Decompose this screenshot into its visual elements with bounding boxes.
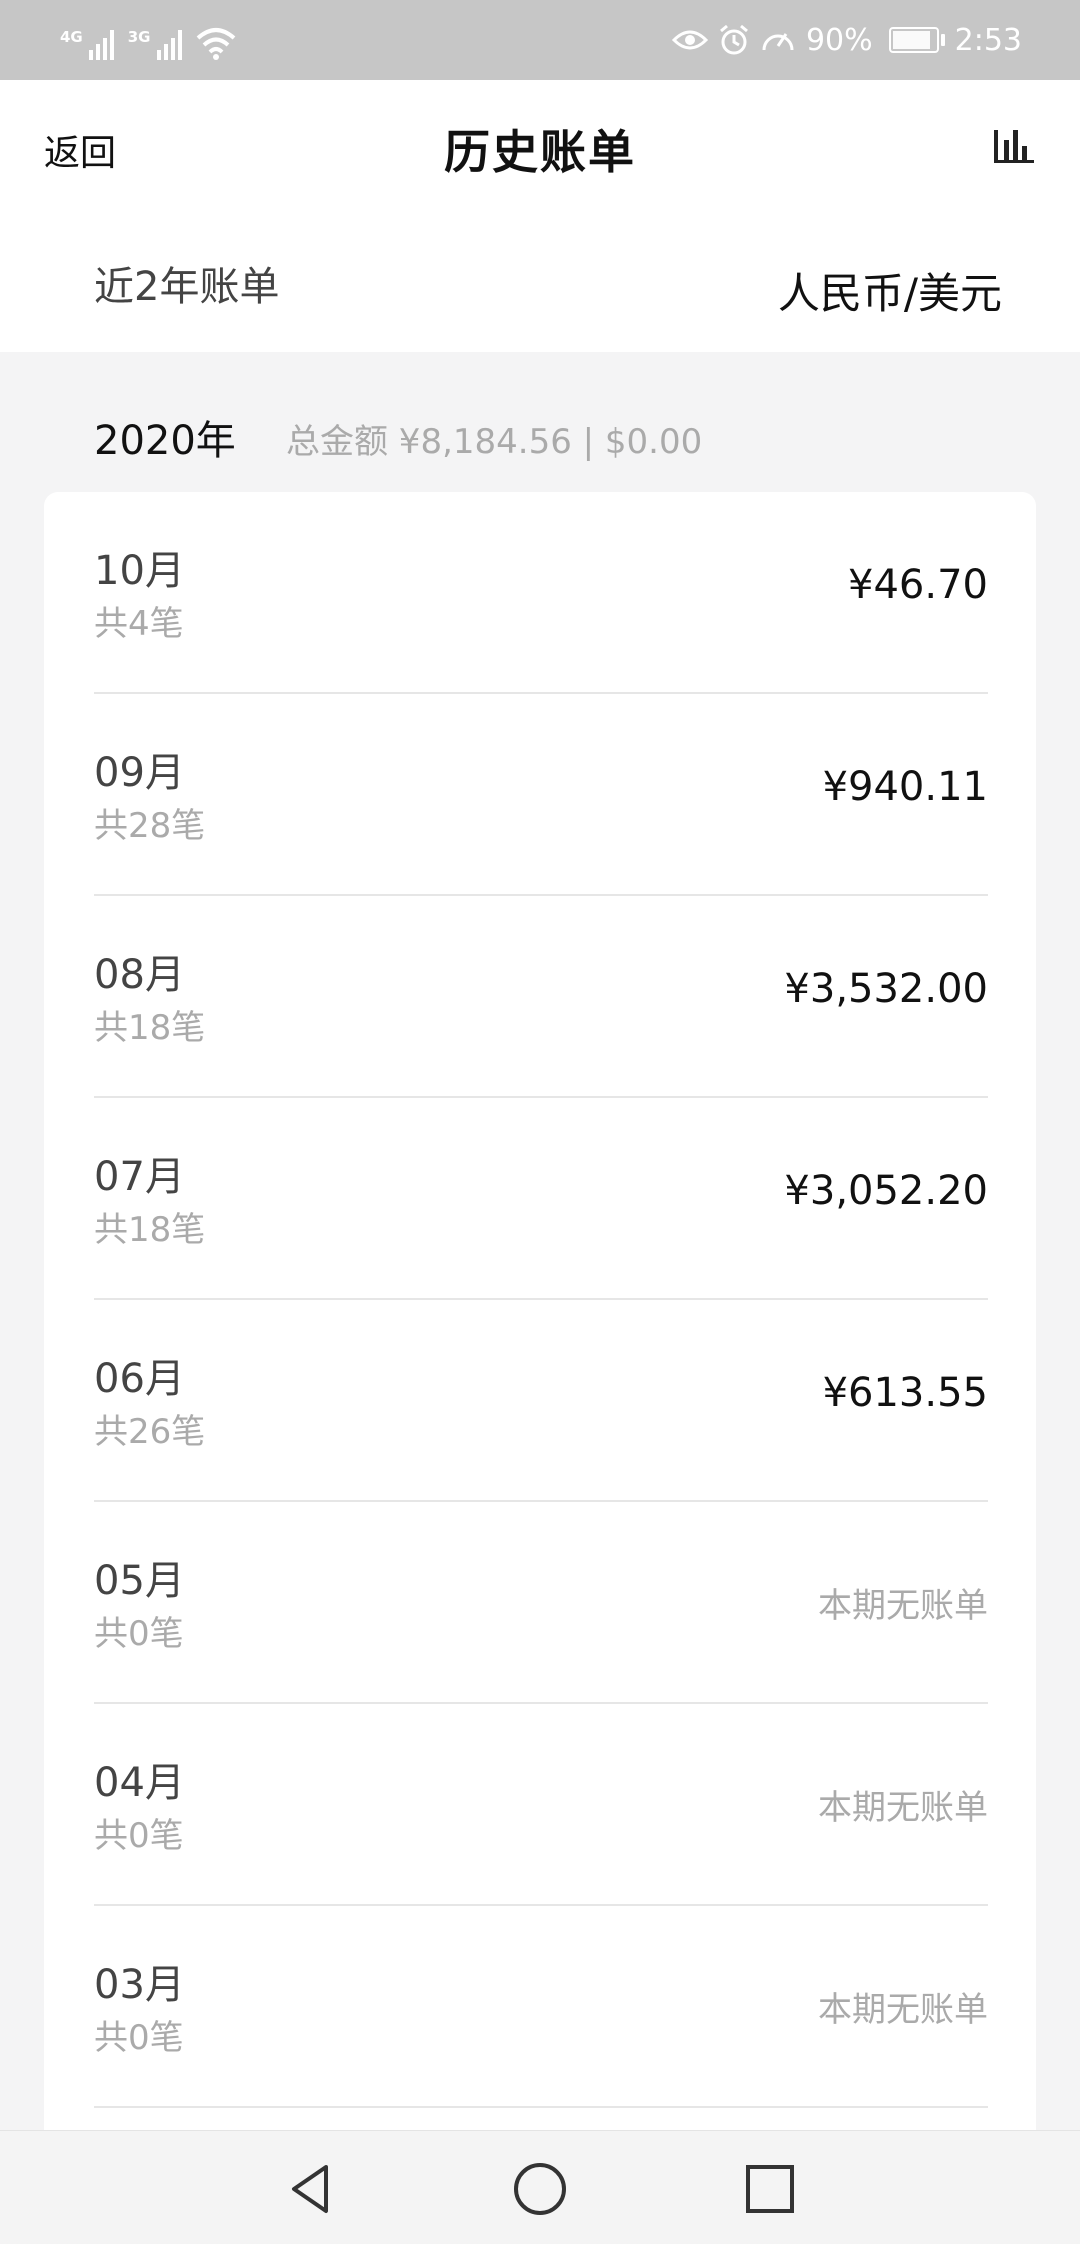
transaction-count: 共18笔 (94, 1008, 206, 1048)
month-row[interactable]: 08月 共18笔 ¥3,532.00 (94, 896, 988, 1098)
network-type-2: 3G (127, 28, 151, 46)
signal-icon: 3G (128, 30, 182, 60)
no-bill-label: 本期无账单 (818, 1990, 988, 2030)
battery-percent: 90% (805, 22, 873, 58)
status-bar: 4G 3G 90% 2:53 (0, 0, 1080, 80)
year-header: 2020年 总金额 ¥8,184.56 | $0.00 (0, 352, 1080, 492)
clock: 2:53 (954, 22, 1022, 58)
month-row[interactable]: 06月 共26笔 ¥613.55 (94, 1300, 988, 1502)
month-label: 06月 (94, 1356, 185, 1402)
month-amount: ¥3,532.00 (784, 966, 988, 1012)
month-amount: ¥940.11 (822, 764, 988, 810)
alarm-icon (719, 24, 748, 55)
month-label: 04月 (94, 1760, 185, 1806)
no-bill-label: 本期无账单 (818, 1586, 988, 1626)
system-nav-bar (0, 2130, 1080, 2244)
wifi-icon (196, 26, 236, 60)
month-label: 09月 (94, 750, 185, 796)
transaction-count: 共4笔 (94, 604, 184, 644)
transaction-count: 共26笔 (94, 1412, 206, 1452)
no-bill-label: 本期无账单 (818, 1788, 988, 1828)
month-label: 07月 (94, 1154, 185, 1200)
divider (94, 2106, 988, 2108)
screen: 4G 3G 90% 2:53 返回 历史账单 近2年账单 人民币/美元 2020… (0, 0, 1080, 2244)
transaction-count: 共28笔 (94, 806, 206, 846)
month-row[interactable]: 03月 共0笔 本期无账单 (94, 1906, 988, 2108)
year-label: 2020年 (94, 418, 236, 464)
month-amount: ¥613.55 (822, 1370, 988, 1416)
month-label: 03月 (94, 1962, 185, 2008)
back-triangle-icon[interactable] (280, 2159, 340, 2219)
transaction-count: 共0笔 (94, 2018, 184, 2058)
home-circle-icon[interactable] (510, 2159, 570, 2219)
transaction-count: 共18笔 (94, 1210, 206, 1250)
month-row[interactable]: 05月 共0笔 本期无账单 (94, 1502, 988, 1704)
signal-icon: 4G (60, 30, 114, 60)
status-right: 90% 2:53 (671, 18, 1022, 62)
year-total: 总金额 ¥8,184.56 | $0.00 (286, 422, 703, 462)
eye-icon (671, 30, 708, 50)
month-list-card: 10月 共4笔 ¥46.70 09月 共28笔 ¥940.11 08月 共18笔… (44, 492, 1036, 2244)
month-row[interactable]: 07月 共18笔 ¥3,052.20 (94, 1098, 988, 1300)
month-label: 08月 (94, 952, 185, 998)
month-row[interactable]: 04月 共0笔 本期无账单 (94, 1704, 988, 1906)
network-type-1: 4G (60, 28, 83, 46)
recents-square-icon[interactable] (740, 2159, 800, 2219)
month-amount: ¥3,052.20 (784, 1168, 988, 1214)
month-row[interactable]: 10月 共4笔 ¥46.70 (94, 492, 988, 694)
month-row[interactable]: 09月 共28笔 ¥940.11 (94, 694, 988, 896)
range-selector[interactable]: 近2年账单 (94, 254, 279, 312)
page-title: 历史账单 (444, 125, 636, 179)
speedometer-icon (762, 33, 794, 51)
app-header: 返回 历史账单 (0, 80, 1080, 220)
bar-chart-icon[interactable] (990, 122, 1036, 168)
month-label: 10月 (94, 548, 185, 594)
month-amount: ¥46.70 (848, 562, 988, 608)
status-left: 4G 3G (60, 20, 236, 60)
battery-icon (888, 27, 945, 53)
transaction-count: 共0笔 (94, 1614, 184, 1654)
month-label: 05月 (94, 1558, 185, 1604)
transaction-count: 共0笔 (94, 1816, 184, 1856)
filter-row: 近2年账单 人民币/美元 (0, 220, 1080, 352)
currency-selector[interactable]: 人民币/美元 (778, 260, 1002, 321)
